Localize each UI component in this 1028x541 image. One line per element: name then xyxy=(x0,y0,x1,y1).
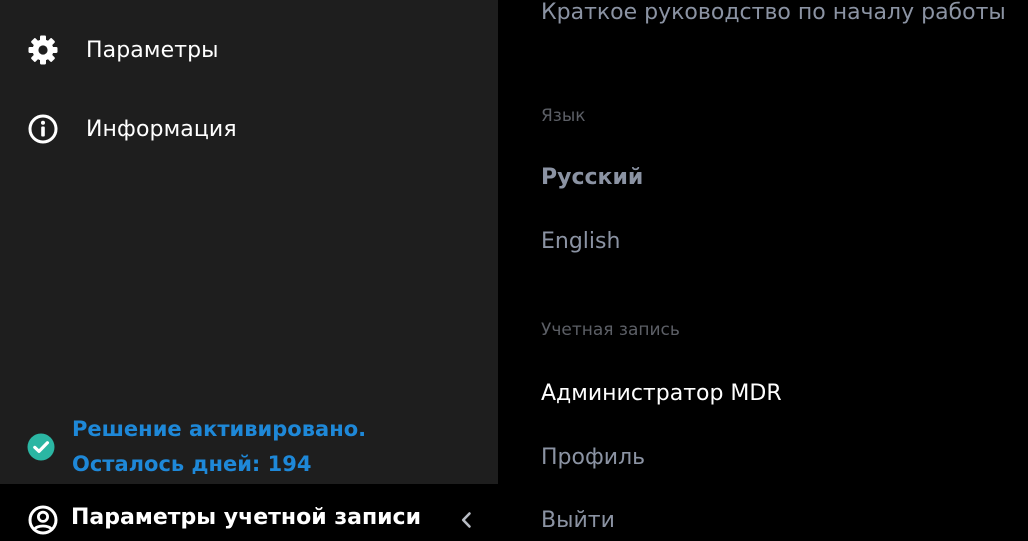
chevron-left-icon[interactable] xyxy=(455,508,477,532)
account-settings-button[interactable]: Параметры учетной записи xyxy=(0,484,498,541)
license-status: Решение активировано. Осталось дней: 194 xyxy=(27,414,487,484)
info-icon xyxy=(27,113,59,145)
sidebar: Параметры Информация Решение активирован… xyxy=(0,0,498,541)
account-name: Администратор MDR xyxy=(541,381,782,406)
license-days-left: Осталось дней: 194 xyxy=(72,452,312,476)
sidebar-item-parameters[interactable]: Параметры xyxy=(0,26,498,74)
sidebar-item-label: Параметры xyxy=(86,37,219,63)
gear-icon xyxy=(27,34,59,66)
sidebar-item-information[interactable]: Информация xyxy=(0,105,498,153)
quickstart-link[interactable]: Краткое руководство по началу работы xyxy=(541,0,1006,25)
logout-link[interactable]: Выйти xyxy=(541,508,615,533)
user-circle-icon xyxy=(27,504,59,536)
account-settings-label: Параметры учетной записи xyxy=(71,505,422,530)
account-panel: Краткое руководство по началу работы Язы… xyxy=(498,0,1028,541)
license-status-text: Решение активировано. xyxy=(72,417,367,441)
profile-link[interactable]: Профиль xyxy=(541,445,645,470)
check-circle-icon xyxy=(27,433,55,461)
language-option-english[interactable]: English xyxy=(541,229,620,254)
language-header: Язык xyxy=(541,106,586,126)
account-header: Учетная запись xyxy=(541,320,680,340)
language-option-russian[interactable]: Русский xyxy=(541,165,643,190)
sidebar-item-label: Информация xyxy=(86,116,237,142)
